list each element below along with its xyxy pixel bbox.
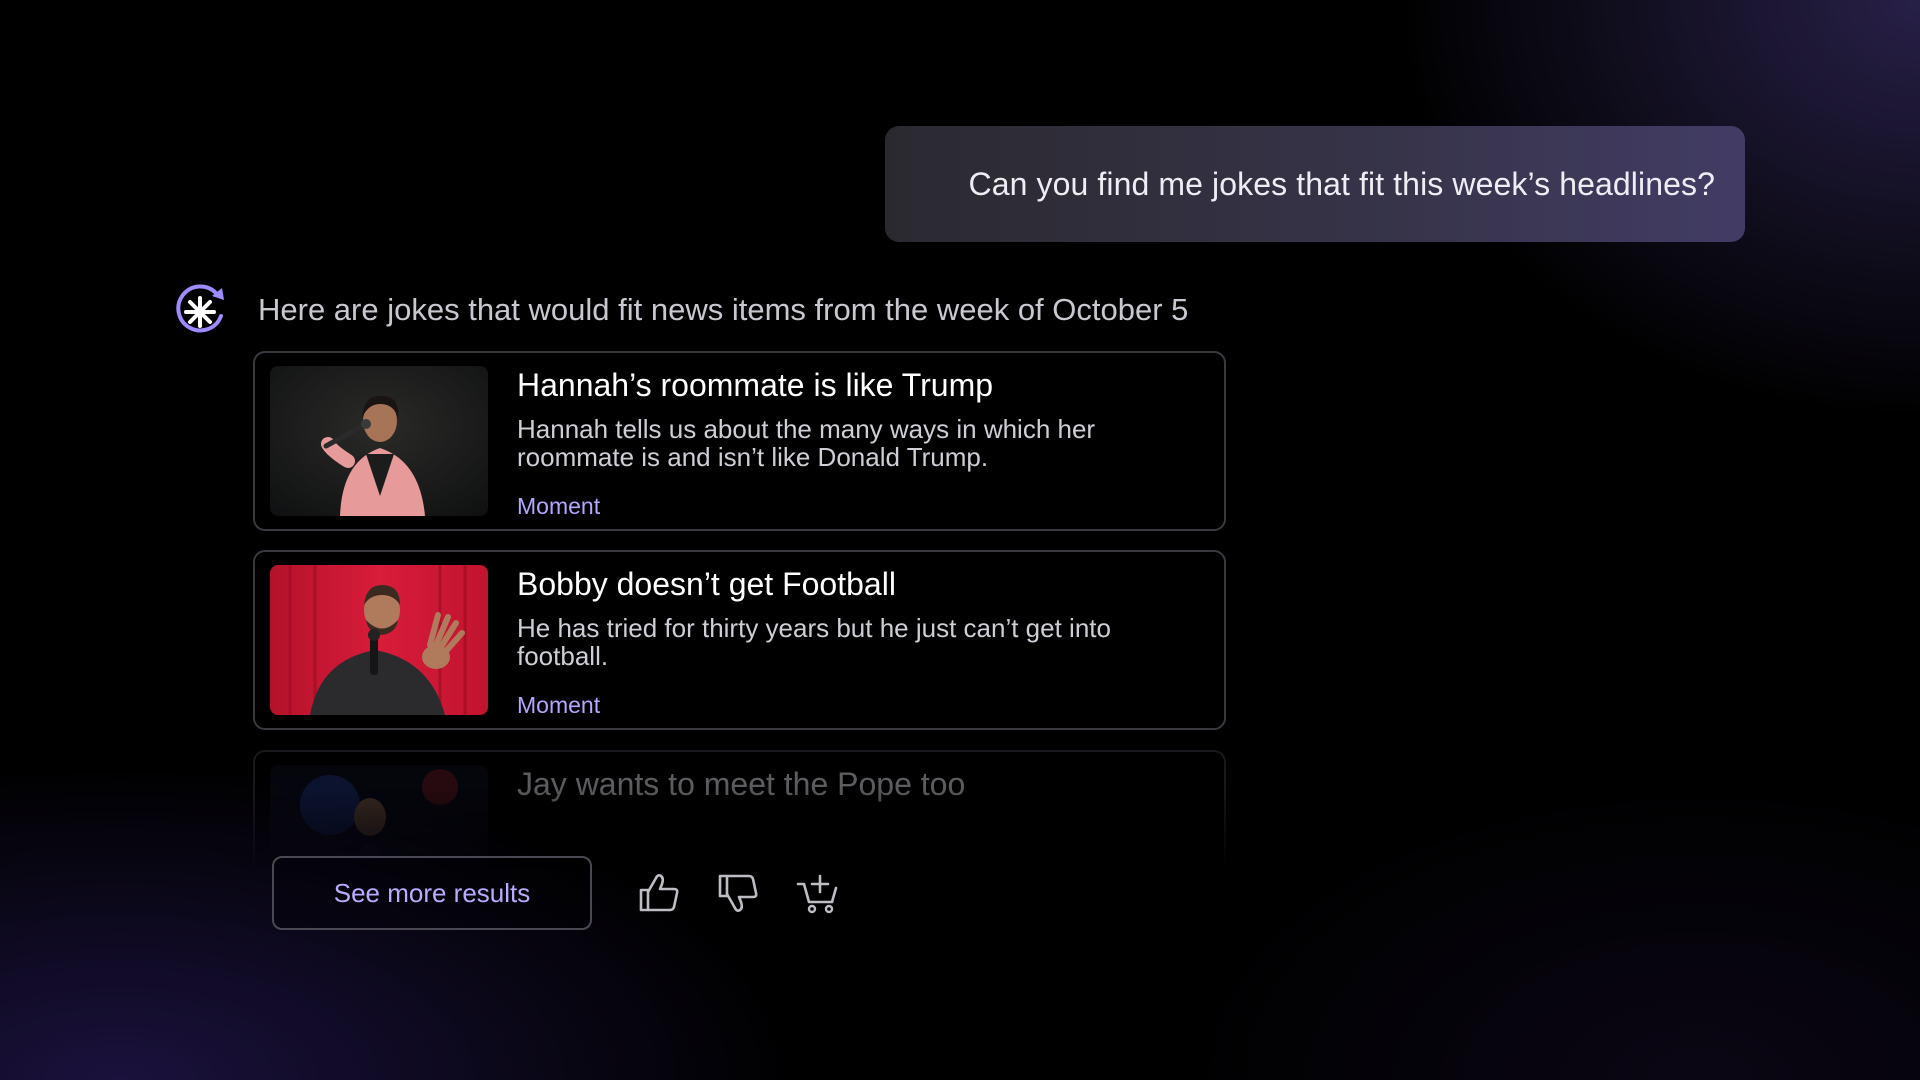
assistant-logo-icon [172,284,228,340]
result-thumbnail [270,366,488,516]
result-thumbnail [270,565,488,715]
thumbs-up-icon[interactable] [637,872,681,914]
user-message-text: Can you find me jokes that fit this week… [968,165,1715,202]
add-to-cart-icon[interactable] [796,872,840,914]
thumbs-down-icon[interactable] [716,872,760,914]
result-description: Hannah tells us about the many ways in w… [517,414,1096,472]
result-type-tag: Moment [517,493,601,519]
result-title: Bobby doesn’t get Football [517,566,896,602]
result-title: Jay wants to meet the Pope too [517,766,966,802]
result-card[interactable]: Hannah’s roommate is like Trump Hannah t… [253,351,1226,531]
result-description: He has tried for thirty years but he jus… [517,613,1111,671]
result-title: Hannah’s roommate is like Trump [517,367,994,403]
result-card[interactable]: Bobby doesn’t get Football He has tried … [253,550,1226,730]
result-card[interactable]: Jay wants to meet the Pope too [253,750,1226,915]
assistant-intro-text: Here are jokes that would fit news items… [258,292,1189,327]
result-type-tag: Moment [517,692,601,718]
user-message-bubble: Can you find me jokes that fit this week… [885,126,1745,242]
see-more-results-button[interactable]: See more results [272,856,592,930]
